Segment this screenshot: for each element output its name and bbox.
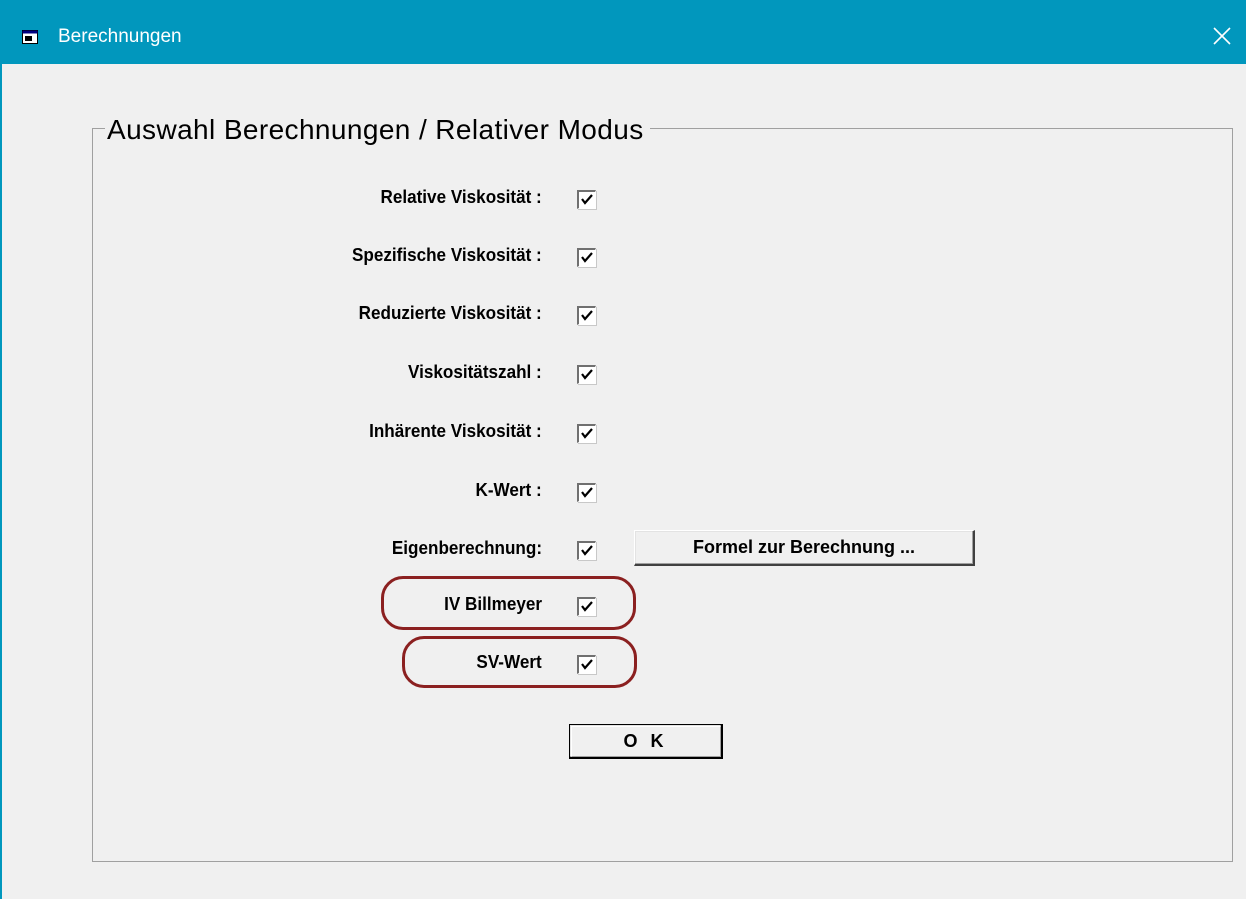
title-bar[interactable]: Berechnungen [0, 0, 1246, 64]
checkbox-eigenberechnung[interactable] [577, 541, 596, 560]
checkbox-relative-viskositaet[interactable] [577, 190, 596, 209]
window-title: Berechnungen [58, 26, 182, 47]
checkmark-icon [581, 252, 593, 263]
dialog-window: Berechnungen Auswahl Berechnungen / Rela… [0, 0, 1246, 899]
label-inhaerente-viskositaet: Inhärente Viskosität : [369, 421, 542, 441]
label-iv-billmeyer: IV Billmeyer [444, 594, 542, 614]
checkmark-icon [581, 194, 593, 205]
checkbox-spezifische-viskositaet[interactable] [577, 248, 596, 267]
checkmark-icon [581, 369, 593, 380]
close-icon[interactable] [1204, 18, 1240, 54]
ok-button-label: O K [623, 730, 668, 751]
checkmark-icon [581, 310, 593, 321]
app-window-icon [22, 30, 38, 44]
checkbox-k-wert[interactable] [577, 483, 596, 502]
label-k-wert: K-Wert : [475, 480, 542, 500]
formel-button-label: Formel zur Berechnung ... [692, 537, 916, 557]
window-left-border [0, 64, 2, 899]
checkmark-icon [581, 487, 593, 498]
ok-button[interactable]: O K [569, 724, 723, 759]
checkbox-iv-billmeyer[interactable] [577, 597, 596, 616]
checkmark-icon [581, 659, 593, 670]
checkbox-viskositaetszahl[interactable] [577, 365, 596, 384]
checkmark-icon [581, 601, 593, 612]
formel-zur-berechnung-button[interactable]: Formel zur Berechnung ... [634, 530, 975, 566]
label-viskositaetszahl: Viskositätszahl : [408, 362, 542, 382]
groupbox-legend: Auswahl Berechnungen / Relativer Modus [105, 112, 650, 148]
checkmark-icon [581, 428, 593, 439]
label-reduzierte-viskositaet: Reduzierte Viskosität : [358, 303, 542, 323]
checkbox-inhaerente-viskositaet[interactable] [577, 424, 596, 443]
label-spezifische-viskositaet: Spezifische Viskosität : [352, 245, 542, 265]
checkmark-icon [581, 545, 593, 556]
checkbox-sv-wert[interactable] [577, 655, 596, 674]
label-relative-viskositaet: Relative Viskosität : [380, 187, 542, 207]
checkbox-reduzierte-viskositaet[interactable] [577, 306, 596, 325]
label-eigenberechnung: Eigenberechnung: [391, 538, 542, 558]
label-sv-wert: SV-Wert [476, 652, 542, 672]
